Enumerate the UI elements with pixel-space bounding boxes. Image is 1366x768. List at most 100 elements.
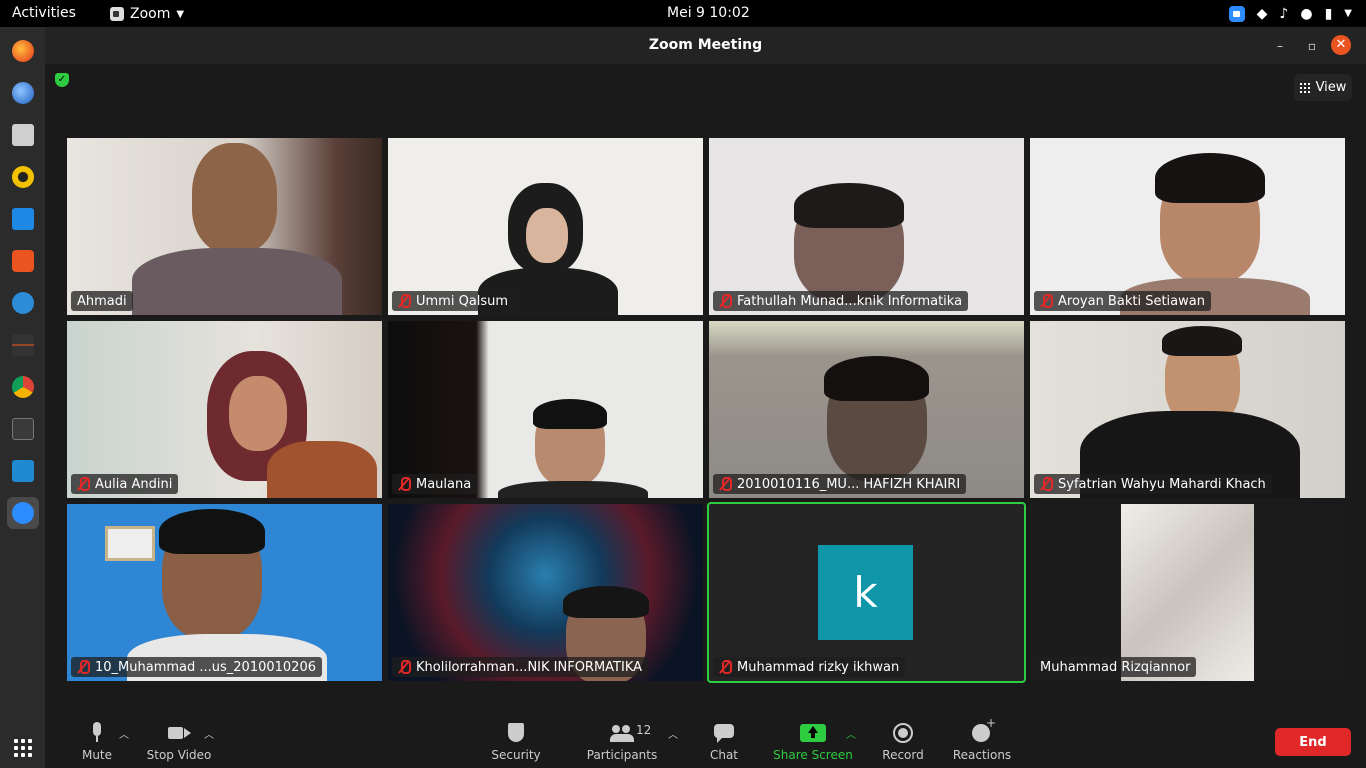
video-tile[interactable]: Ummi Qalsum: [388, 138, 703, 315]
shield-icon: [504, 722, 528, 744]
encryption-shield-icon[interactable]: ✓: [55, 73, 69, 87]
dock-help[interactable]: [7, 287, 39, 319]
app-menu-label: Zoom: [130, 6, 171, 22]
mic-muted-icon: [77, 660, 90, 674]
participant-name-tag: Fathullah Munad...knik Informatika: [713, 291, 969, 311]
participant-name-tag: Ahmadi: [71, 291, 133, 311]
view-label: View: [1315, 80, 1347, 95]
microphone-icon: [85, 722, 109, 744]
software-center-icon: [12, 250, 34, 272]
dock-thunderbird[interactable]: [7, 77, 39, 109]
dock-vscode[interactable]: [7, 455, 39, 487]
participant-name-tag: Ummi Qalsum: [392, 291, 515, 311]
share-screen-icon: [800, 724, 826, 742]
video-tile[interactable]: Aulia Andini: [67, 321, 382, 498]
terminal-icon: [12, 418, 34, 440]
dock-firefox[interactable]: [7, 35, 39, 67]
view-button[interactable]: View: [1294, 74, 1352, 101]
mute-button[interactable]: Mute: [80, 716, 114, 768]
video-tile[interactable]: Muhammad Rizqiannor: [1030, 504, 1345, 681]
mic-muted-icon: [719, 477, 732, 491]
chevron-down-icon: ▼: [176, 8, 185, 20]
help-icon: [12, 292, 34, 314]
mic-muted-icon: [398, 477, 411, 491]
camera-icon: [167, 722, 191, 744]
mic-muted-icon: [398, 660, 411, 674]
zoom-tray-icon[interactable]: [1228, 5, 1245, 22]
video-tile[interactable]: 10_Muhammad ...us_2010010206: [67, 504, 382, 681]
chrome-icon: [12, 376, 34, 398]
dock-writer[interactable]: [7, 203, 39, 235]
system-monitor-icon: [12, 334, 34, 356]
zoom-icon: [12, 502, 34, 524]
dock-zoom[interactable]: [7, 497, 39, 529]
security-button[interactable]: Security: [490, 716, 542, 768]
share-screen-button[interactable]: Share Screen: [772, 716, 854, 768]
firefox-icon: [12, 40, 34, 62]
app-menu[interactable]: Zoom ▼: [110, 4, 184, 24]
dock: [0, 27, 45, 768]
thunderbird-icon: [12, 82, 34, 104]
participant-video: [1121, 504, 1254, 681]
participant-name-tag: Aulia Andini: [71, 474, 179, 494]
dock-files[interactable]: [7, 119, 39, 151]
video-tile[interactable]: Ahmadi: [67, 138, 382, 315]
record-icon: [891, 722, 915, 744]
chevron-up-icon[interactable]: ︿: [119, 726, 129, 741]
participant-name-tag: 2010010116_MU... HAFIZH KHAIRI: [713, 474, 967, 494]
dock-monitor[interactable]: [7, 329, 39, 361]
participants-count: 12: [636, 723, 652, 737]
video-tile[interactable]: Kholilorrahman...NIK INFORMATIKA: [388, 504, 703, 681]
video-tile-active-speaker[interactable]: k Muhammad rizky ikhwan: [707, 502, 1026, 683]
participant-name-tag: Syfatrian Wahyu Mahardi Khach: [1034, 474, 1272, 494]
participants-icon: [610, 722, 634, 744]
participant-name-tag: Maulana: [392, 474, 478, 494]
end-button[interactable]: End: [1275, 728, 1351, 756]
close-icon[interactable]: ✕: [1331, 35, 1351, 55]
video-tile[interactable]: Syfatrian Wahyu Mahardi Khach: [1030, 321, 1345, 498]
minimize-icon[interactable]: –: [1270, 36, 1290, 56]
grid-icon: [1299, 82, 1310, 93]
mic-muted-icon: [719, 660, 732, 674]
dock-terminal[interactable]: [7, 413, 39, 445]
zoom-meeting-window: Zoom Meeting – ▫ ✕ ✓ View Ahmadi Ummi Qa…: [45, 27, 1366, 768]
participant-video: [192, 143, 277, 253]
record-button[interactable]: Record: [881, 716, 925, 768]
participant-name-tag: Muhammad rizky ikhwan: [713, 657, 906, 677]
dock-chrome[interactable]: [7, 371, 39, 403]
chat-button[interactable]: Chat: [708, 716, 740, 768]
microphone-icon: ●: [1300, 5, 1313, 22]
wifi-icon: ◆: [1256, 5, 1268, 22]
video-tile[interactable]: 2010010116_MU... HAFIZH KHAIRI: [709, 321, 1024, 498]
mic-muted-icon: [1040, 477, 1053, 491]
system-tray[interactable]: ◆ ♪ ● ▮ ▼: [1228, 3, 1352, 24]
chevron-up-icon[interactable]: ︿: [204, 726, 214, 741]
writer-icon: [12, 208, 34, 230]
mic-muted-icon: [719, 294, 732, 308]
clock[interactable]: Mei 9 10:02: [667, 5, 750, 21]
volume-icon: ♪: [1279, 5, 1289, 22]
video-tile[interactable]: Fathullah Munad...knik Informatika: [709, 138, 1024, 315]
mic-muted-icon: [398, 294, 411, 308]
participant-name-tag: Aroyan Bakti Setiawan: [1034, 291, 1211, 311]
chevron-up-icon[interactable]: ︿: [668, 726, 678, 741]
dock-software[interactable]: [7, 245, 39, 277]
show-applications-icon[interactable]: [14, 739, 32, 757]
video-tile[interactable]: Maulana: [388, 321, 703, 498]
participant-name-tag: Muhammad Rizqiannor: [1034, 657, 1197, 677]
participant-name-tag: 10_Muhammad ...us_2010010206: [71, 657, 322, 677]
chevron-up-icon[interactable]: ︿: [846, 726, 856, 741]
stop-video-button[interactable]: Stop Video: [145, 716, 213, 768]
maximize-icon[interactable]: ▫: [1302, 36, 1322, 56]
dock-rhythmbox[interactable]: [7, 161, 39, 193]
chat-icon: [712, 722, 736, 744]
reactions-button[interactable]: Reactions: [951, 716, 1013, 768]
window-title: Zoom Meeting: [648, 37, 763, 53]
mic-muted-icon: [1040, 294, 1053, 308]
rhythmbox-icon: [12, 166, 34, 188]
activities-button[interactable]: Activities: [12, 5, 76, 21]
reactions-icon: [970, 716, 996, 744]
video-tile[interactable]: Aroyan Bakti Setiawan: [1030, 138, 1345, 315]
chevron-down-icon: ▼: [1344, 7, 1352, 19]
zoom-app-icon: [110, 7, 124, 21]
